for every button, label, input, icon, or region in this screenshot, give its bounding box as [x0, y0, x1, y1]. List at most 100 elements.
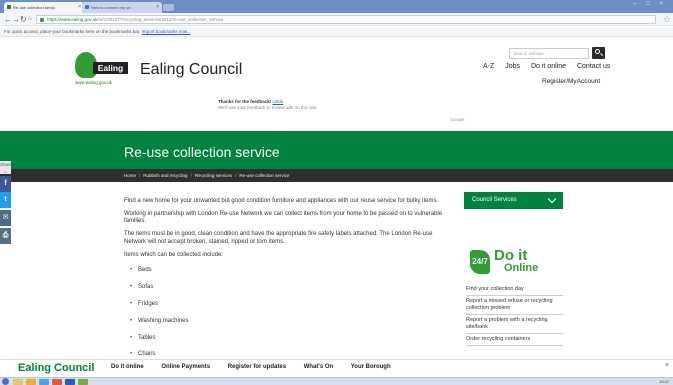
- footer-link-do-it-online[interactable]: Do it online: [111, 364, 144, 370]
- feedback-undo-link[interactable]: Undo: [273, 99, 284, 104]
- breadcrumb-rubbish[interactable]: Rubbish and recycling: [143, 173, 187, 178]
- top-link-contact-us[interactable]: Contact us: [577, 63, 610, 70]
- chevron-down-icon: ⌄: [3, 169, 8, 174]
- back-arrow-icon[interactable]: ←: [4, 14, 12, 25]
- logo-url: www.ealing.gov.uk: [75, 80, 112, 85]
- url-protocol: https://: [47, 17, 61, 22]
- main-content: Find a new home for your unwanted but go…: [124, 198, 454, 368]
- close-icon[interactable]: ×: [665, 362, 669, 369]
- import-bookmarks-link[interactable]: Import bookmarks now...: [142, 29, 191, 34]
- feedback-subtext: We'll use your feedback to review ads on…: [218, 104, 318, 110]
- browser-tab-inactive[interactable]: How to connect my se... ×: [82, 2, 162, 13]
- intro-paragraph: Find a new home for your unwanted but go…: [124, 198, 439, 204]
- twitter-icon: t: [4, 196, 7, 203]
- search-button[interactable]: [592, 47, 605, 59]
- windows-taskbar: 10:47: [0, 377, 673, 385]
- share-twitter-button[interactable]: t: [0, 192, 11, 208]
- bookmarks-bar: For quick access, place your bookmarks h…: [0, 27, 673, 37]
- explorer-taskbar-icon[interactable]: [13, 379, 23, 385]
- items-intro: Items which can be collected include:: [124, 251, 224, 258]
- print-icon: ⎙: [2, 232, 9, 239]
- bookmarks-hint: For quick access, place your bookmarks h…: [4, 29, 141, 34]
- footer-link-your-borough[interactable]: Your Borough: [351, 364, 391, 370]
- share-toggle[interactable]: Share ⌄: [0, 161, 13, 174]
- forward-arrow-icon[interactable]: →: [12, 14, 20, 25]
- google-mark: Google: [450, 117, 465, 122]
- do-it-online-logo[interactable]: 24/7 Do it Online: [470, 248, 560, 284]
- list-item: Beds: [130, 267, 454, 275]
- new-tab-button[interactable]: [163, 4, 174, 11]
- list-item: Chairs: [130, 351, 454, 359]
- browser-tabstrip: Re-use collection servic × How to connec…: [0, 0, 673, 13]
- logo-word: Ealing: [93, 62, 128, 74]
- home-icon[interactable]: ⌂: [28, 14, 32, 25]
- items-list: Beds Sofas Fridges Washing machines Tabl…: [124, 267, 454, 359]
- reload-icon[interactable]: ↻: [20, 14, 27, 25]
- footer-links: Do it online Online Payments Register fo…: [111, 364, 407, 370]
- register-myaccount-link[interactable]: Register/MyAccount: [542, 78, 600, 85]
- footer-link-whats-on[interactable]: What's On: [304, 364, 333, 370]
- doit-subtitle: Online: [504, 262, 539, 274]
- search-input[interactable]: Search website: [509, 48, 589, 59]
- media-taskbar-icon[interactable]: [26, 379, 36, 385]
- tab-close-icon[interactable]: ×: [78, 2, 81, 13]
- browser-toolbar: ← → ↻ ⌂ https://www.ealing.gov.uk/info/2…: [0, 13, 673, 26]
- doit-24-7-badge: 24/7: [470, 250, 490, 274]
- footer-link-register-updates[interactable]: Register for updates: [228, 364, 286, 370]
- tab-close-icon[interactable]: ×: [156, 2, 159, 13]
- ad-feedback: Thanks for the feedback! Undo We'll use …: [218, 99, 317, 110]
- breadcrumb-separator: /: [235, 173, 237, 178]
- top-links: A-Z Jobs Do it online Contact us: [483, 63, 610, 70]
- list-item: Washing machines: [130, 318, 454, 326]
- top-link-jobs[interactable]: Jobs: [505, 63, 520, 70]
- top-link-az[interactable]: A-Z: [483, 63, 494, 70]
- tab-title: Re-use collection servic: [13, 5, 56, 10]
- email-icon: ✉: [2, 214, 9, 221]
- list-item: Sofas: [130, 284, 454, 292]
- start-button[interactable]: [2, 378, 9, 385]
- link-report-missed-collection[interactable]: Report a missed refuse or recycling coll…: [466, 296, 563, 315]
- word-taskbar-icon[interactable]: [65, 379, 75, 385]
- browser-tab-active[interactable]: Re-use collection servic ×: [4, 2, 84, 13]
- taskbar-clock: 10:47: [658, 379, 669, 384]
- breadcrumb: Home / Rubbish and recycling / Recycling ser…: [124, 169, 289, 182]
- facebook-icon: f: [4, 180, 7, 187]
- chrome-taskbar-icon[interactable]: [39, 379, 49, 385]
- breadcrumb-recycling-services[interactable]: Recycling services: [195, 173, 232, 178]
- condition-paragraph: The items must be in good, clean conditi…: [124, 231, 433, 245]
- link-report-recycling-site-problem[interactable]: Report a problem with a recycling site/b…: [466, 315, 563, 334]
- list-item: Tables: [130, 335, 454, 343]
- share-print-button[interactable]: ⎙: [0, 228, 11, 244]
- address-bar[interactable]: https://www.ealing.gov.uk/info/201077/re…: [36, 15, 656, 24]
- doit-title: Do it: [494, 247, 528, 264]
- ealing-favicon-icon: [7, 5, 11, 9]
- breadcrumb-separator: /: [190, 173, 192, 178]
- url-host: www.ealing.gov.uk: [60, 17, 98, 22]
- window-controls[interactable]: – □ ×: [633, 1, 667, 7]
- footer-link-online-payments[interactable]: Online Payments: [161, 364, 210, 370]
- breadcrumb-bar: Home / Rubbish and recycling / Recycling ser…: [0, 169, 673, 182]
- outlook-taskbar-icon[interactable]: [52, 379, 62, 385]
- app-taskbar-icon[interactable]: [78, 379, 88, 385]
- feedback-title: Thanks for the feedback!: [218, 99, 272, 104]
- top-link-do-it-online[interactable]: Do it online: [531, 63, 566, 70]
- partnership-paragraph: Working in partnership with London Re-us…: [124, 210, 443, 225]
- bookmark-star-icon[interactable]: ☆: [663, 13, 671, 25]
- page-favicon-icon: [85, 5, 89, 9]
- sticky-footer-nav: Ealing Council Do it online Online Payme…: [0, 359, 673, 377]
- breadcrumb-home[interactable]: Home: [124, 173, 136, 178]
- council-services-dropdown[interactable]: Council Services: [464, 192, 563, 209]
- share-facebook-button[interactable]: f: [0, 176, 11, 192]
- logo-badge: Ealing: [75, 52, 128, 80]
- chevron-down-icon: [547, 194, 557, 204]
- url-path: /info/201077/recycling_services/2812/re-…: [97, 17, 224, 22]
- share-label: Share: [0, 162, 13, 167]
- link-order-recycling-containers[interactable]: Order recycling containers: [466, 334, 563, 346]
- share-email-button[interactable]: ✉: [0, 210, 11, 226]
- site-title[interactable]: Ealing Council: [140, 61, 242, 79]
- list-item: Fridges: [130, 301, 454, 309]
- link-find-collection-day[interactable]: Find your collection day: [466, 284, 563, 296]
- search-placeholder: Search website: [513, 51, 544, 56]
- footer-brand[interactable]: Ealing Council: [18, 362, 94, 374]
- breadcrumb-current: Re-use collection service: [239, 173, 290, 178]
